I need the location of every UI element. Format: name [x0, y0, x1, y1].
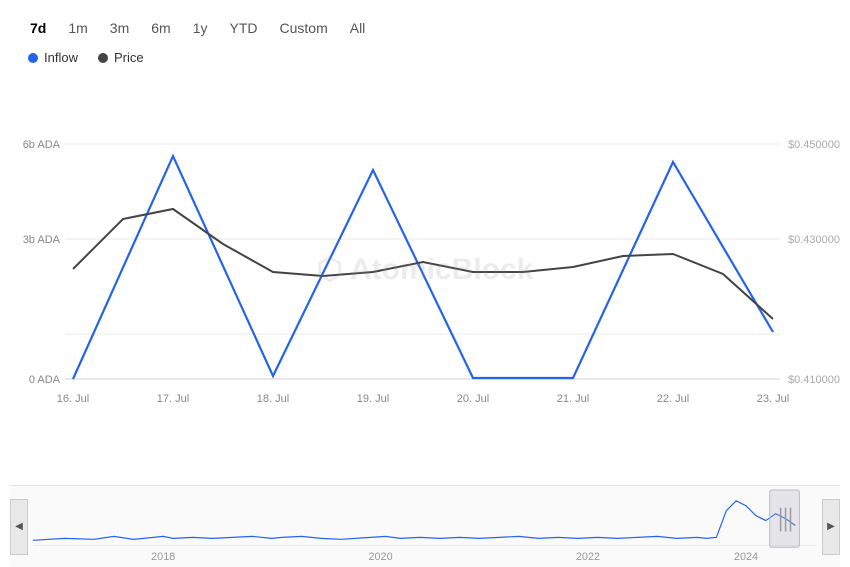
- overview-inflow-line: [33, 501, 796, 541]
- chart-legend: Inflow Price: [10, 50, 840, 73]
- btn-7d[interactable]: 7d: [20, 16, 56, 40]
- legend-price: Price: [98, 50, 144, 65]
- svg-text:⬡ AtomicBlock: ⬡ AtomicBlock: [317, 253, 534, 286]
- legend-price-label: Price: [114, 50, 144, 65]
- svg-text:21. Jul: 21. Jul: [557, 393, 589, 405]
- svg-text:2024: 2024: [734, 551, 758, 563]
- btn-6m[interactable]: 6m: [141, 16, 180, 40]
- main-chart-svg: 6b ADA 3b ADA 0 ADA $0.450000 $0.430000 …: [10, 73, 840, 485]
- legend-inflow: Inflow: [28, 50, 78, 65]
- svg-text:22. Jul: 22. Jul: [657, 393, 689, 405]
- svg-text:$0.410000: $0.410000: [788, 374, 840, 386]
- overview-handle[interactable]: [770, 490, 800, 547]
- svg-text:2020: 2020: [368, 551, 392, 563]
- btn-custom[interactable]: Custom: [270, 16, 338, 40]
- svg-text:$0.430000: $0.430000: [788, 234, 840, 246]
- overview-svg: 2018 2020 2022 2024: [10, 486, 840, 567]
- main-container: 7d 1m 3m 6m 1y YTD Custom All Inflow Pri…: [0, 0, 850, 567]
- legend-inflow-label: Inflow: [44, 50, 78, 65]
- chart-wrapper: 6b ADA 3b ADA 0 ADA $0.450000 $0.430000 …: [10, 73, 840, 485]
- time-range-selector: 7d 1m 3m 6m 1y YTD Custom All: [10, 10, 840, 50]
- svg-text:2022: 2022: [576, 551, 600, 563]
- svg-text:23. Jul: 23. Jul: [757, 393, 789, 405]
- overview-area: ◀ 2018 2020 2022 2024 ▶: [10, 485, 840, 567]
- btn-1m[interactable]: 1m: [58, 16, 97, 40]
- svg-text:0 ADA: 0 ADA: [29, 374, 61, 386]
- svg-text:18. Jul: 18. Jul: [257, 393, 289, 405]
- svg-text:2018: 2018: [151, 551, 175, 563]
- svg-text:$0.450000: $0.450000: [788, 139, 840, 151]
- btn-1y[interactable]: 1y: [183, 16, 218, 40]
- svg-text:6b ADA: 6b ADA: [23, 139, 61, 151]
- main-chart-area: 6b ADA 3b ADA 0 ADA $0.450000 $0.430000 …: [10, 73, 840, 485]
- scroll-right-btn[interactable]: ▶: [822, 499, 840, 555]
- legend-inflow-dot: [28, 53, 38, 63]
- svg-text:19. Jul: 19. Jul: [357, 393, 389, 405]
- watermark: ⬡ AtomicBlock: [317, 253, 534, 286]
- legend-price-dot: [98, 53, 108, 63]
- btn-3m[interactable]: 3m: [100, 16, 139, 40]
- svg-text:20. Jul: 20. Jul: [457, 393, 489, 405]
- btn-all[interactable]: All: [340, 16, 376, 40]
- svg-text:3b ADA: 3b ADA: [23, 234, 61, 246]
- scroll-left-btn[interactable]: ◀: [10, 499, 28, 555]
- svg-text:16. Jul: 16. Jul: [57, 393, 89, 405]
- btn-ytd[interactable]: YTD: [220, 16, 268, 40]
- svg-text:17. Jul: 17. Jul: [157, 393, 189, 405]
